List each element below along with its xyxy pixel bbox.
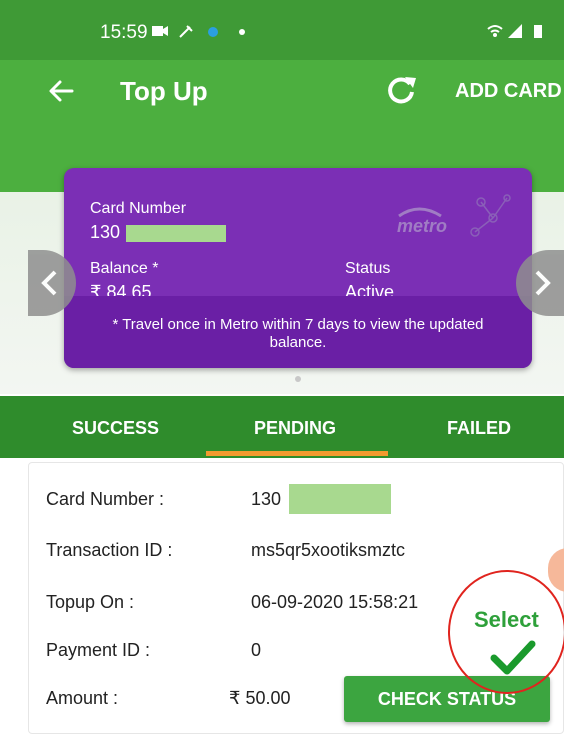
amount-label: Amount : xyxy=(46,688,119,708)
card-number-value: 130 xyxy=(90,222,121,242)
tab-pending[interactable]: PENDING xyxy=(254,418,336,439)
selected-tab-indicator xyxy=(206,451,388,456)
status-bar: 15:59 xyxy=(0,0,564,60)
chevron-right-icon xyxy=(535,270,551,296)
add-card-button[interactable]: ADD CARD xyxy=(455,80,562,103)
tool-icon xyxy=(179,25,193,38)
metro-card[interactable]: Card Number 130 Balance * ₹ 84.65 Status… xyxy=(64,168,532,368)
card-balance-note: * Travel once in Metro within 7 days to … xyxy=(64,296,532,368)
back-arrow-icon[interactable] xyxy=(44,74,78,108)
amount-value: ₹ 50.00 xyxy=(229,688,291,708)
namma-metro-logo: metro xyxy=(397,194,511,237)
wifi-icon xyxy=(487,25,503,37)
redaction-block xyxy=(126,225,226,242)
redaction-block xyxy=(289,484,391,514)
tab-success[interactable]: SUCCESS xyxy=(72,418,159,439)
payment-id-value: 0 xyxy=(251,640,262,660)
signal-icon xyxy=(508,24,522,38)
transaction-tabs: SUCCESS PENDING FAILED xyxy=(0,396,564,458)
payment-id-label: Payment ID : xyxy=(46,640,151,660)
carousel-page-indicator xyxy=(295,376,301,382)
topup-on-label: Topup On : xyxy=(46,592,135,612)
card-number-row-label: Card Number : xyxy=(46,489,165,509)
video-icon xyxy=(152,26,168,36)
checkmark-icon xyxy=(490,640,536,675)
svg-text:metro: metro xyxy=(397,216,447,236)
notification-icon xyxy=(208,27,218,37)
page-title: Top Up xyxy=(120,76,208,106)
topup-on-value: 06-09-2020 15:58:21 xyxy=(251,592,419,612)
transaction-id-label: Transaction ID : xyxy=(46,540,173,560)
status-time: 15:59 xyxy=(100,22,148,43)
app-bar: Top Up ADD CARD xyxy=(0,60,564,122)
card-number-label: Card Number xyxy=(90,200,187,217)
transaction-id-value: ms5qr5xootiksmztc xyxy=(251,540,406,560)
battery-icon xyxy=(534,25,542,38)
dot-icon xyxy=(239,29,245,35)
tab-failed[interactable]: FAILED xyxy=(447,418,511,439)
select-annotation-label: Select xyxy=(474,607,539,632)
chevron-left-icon xyxy=(41,270,57,296)
status-label: Status xyxy=(345,260,391,277)
refresh-icon[interactable] xyxy=(383,72,419,108)
balance-label: Balance * xyxy=(90,260,159,277)
card-number-row-value: 130 xyxy=(251,489,282,509)
